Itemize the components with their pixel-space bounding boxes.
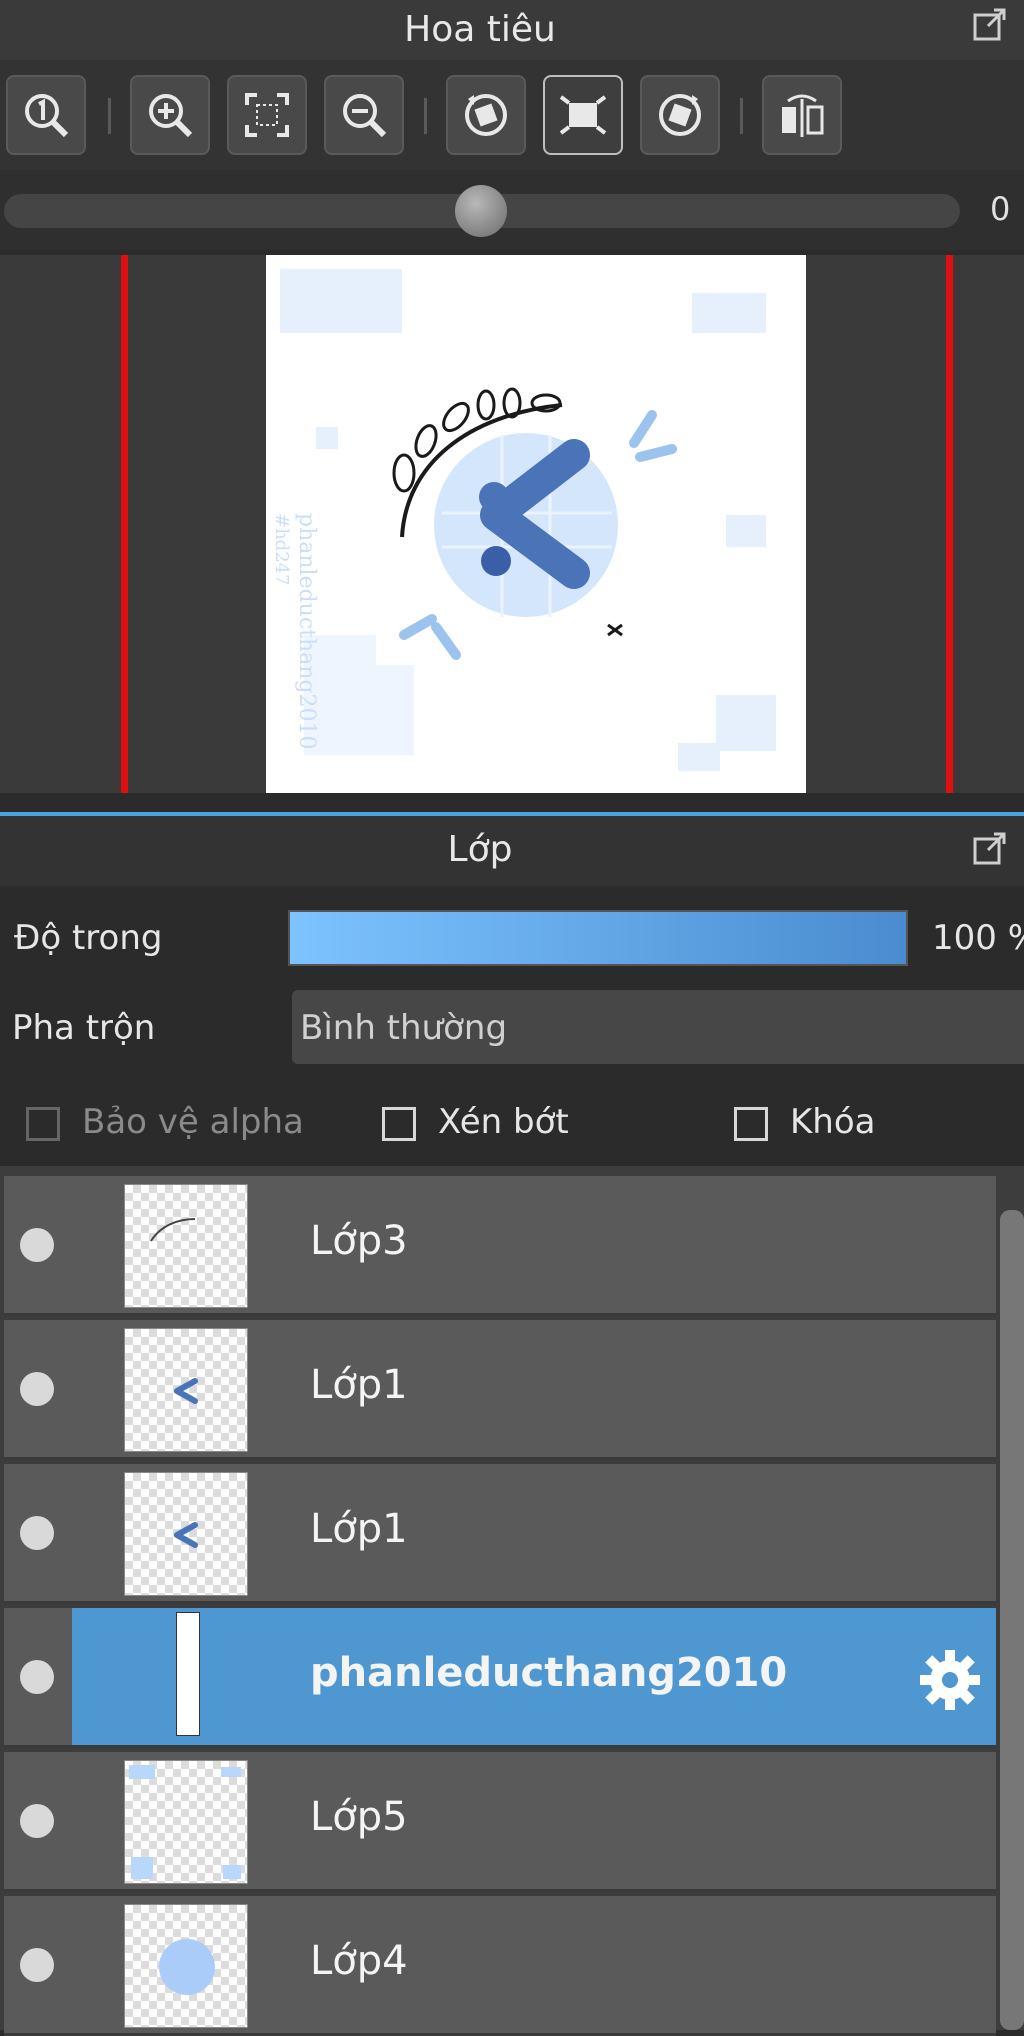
zoom-out-button[interactable] [324,75,404,155]
layer-thumbnail [176,1612,200,1736]
zoom-actual-button[interactable] [6,75,86,155]
layer-thumbnail [124,1904,248,2028]
toolbar-separator [740,98,743,134]
layer-name: Lớp1 [310,1362,408,1408]
layers-title: Lớp [447,829,513,870]
flip-horizontal-button[interactable] [762,75,842,155]
layer-list-scrollbar[interactable] [1000,1210,1024,2030]
canvas-watermark: phanleducthang2010 #hd247 [271,513,319,750]
layer-name: Lớp4 [310,1938,408,1984]
fit-screen-icon [245,93,289,137]
zoom-actual-icon [25,94,69,138]
background-shapes-thumbnail [129,1765,241,1879]
layer-thumbnail [124,1328,248,1452]
opacity-value: 100 % [932,918,1024,958]
toolbar-separator [424,98,427,134]
visibility-toggle[interactable] [20,1660,54,1694]
popout-icon[interactable] [972,6,1008,42]
view-frame-left [121,255,128,793]
fit-screen-button[interactable] [227,75,307,155]
alpha-protect-label: Bảo vệ alpha [82,1102,304,1142]
rotate-left-button[interactable] [446,75,526,155]
alpha-protect-checkbox[interactable] [26,1107,60,1141]
zoom-in-icon [149,94,193,138]
layer-thumbnail [124,1472,248,1596]
opacity-slider[interactable] [288,910,908,966]
visibility-toggle[interactable] [20,1948,54,1982]
visibility-toggle[interactable] [20,1228,54,1262]
visibility-toggle[interactable] [20,1804,54,1838]
lock-checkbox[interactable] [734,1107,768,1141]
rotate-left-icon [465,94,507,136]
layer-name: Lớp3 [310,1218,408,1264]
rotation-value: 0 [990,190,1011,228]
fit-rotate-button[interactable] [543,75,623,155]
lock-label: Khóa [790,1102,876,1142]
opacity-label: Độ trong [14,918,163,958]
layer-name: Lớp1 [310,1506,408,1552]
leaf-sketch-thumbnail [150,1218,196,1242]
rotate-right-icon [659,94,701,136]
rotate-right-button[interactable] [640,75,720,155]
zoom-out-icon [343,94,387,138]
zoom-in-button[interactable] [130,75,210,155]
rotation-slider-knob[interactable] [455,185,507,237]
view-frame-right [946,255,953,793]
popout-icon[interactable] [972,830,1008,866]
artwork-image: phanleducthang2010 #hd247 [271,269,776,771]
navigator-title: Hoa tiêu [404,9,556,50]
layer-thumbnail [124,1760,248,1884]
blend-label: Pha trộn [12,1008,156,1048]
gear-icon[interactable] [918,1648,982,1712]
canvas-thumbnail: phanleducthang2010 #hd247 [266,255,806,793]
logo-thumbnail [174,1522,198,1548]
visibility-toggle[interactable] [20,1516,54,1550]
flip-horizontal-icon [782,94,824,137]
logo-thumbnail [174,1378,198,1404]
layer-thumbnail [124,1184,248,1308]
fit-rotate-icon [559,95,607,135]
svg-text:#hd247: #hd247 [271,513,292,586]
layer-name: Lớp5 [310,1794,408,1840]
blend-mode-value: Bình thường [300,1008,508,1048]
clipping-checkbox[interactable] [382,1107,416,1141]
svg-text:phanleducthang2010: phanleducthang2010 [294,513,319,750]
circle-thumbnail [159,1939,215,1995]
toolbar-separator [108,98,111,134]
visibility-toggle[interactable] [20,1372,54,1406]
clipping-label: Xén bớt [438,1102,569,1142]
layer-name: phanleducthang2010 [310,1650,788,1696]
